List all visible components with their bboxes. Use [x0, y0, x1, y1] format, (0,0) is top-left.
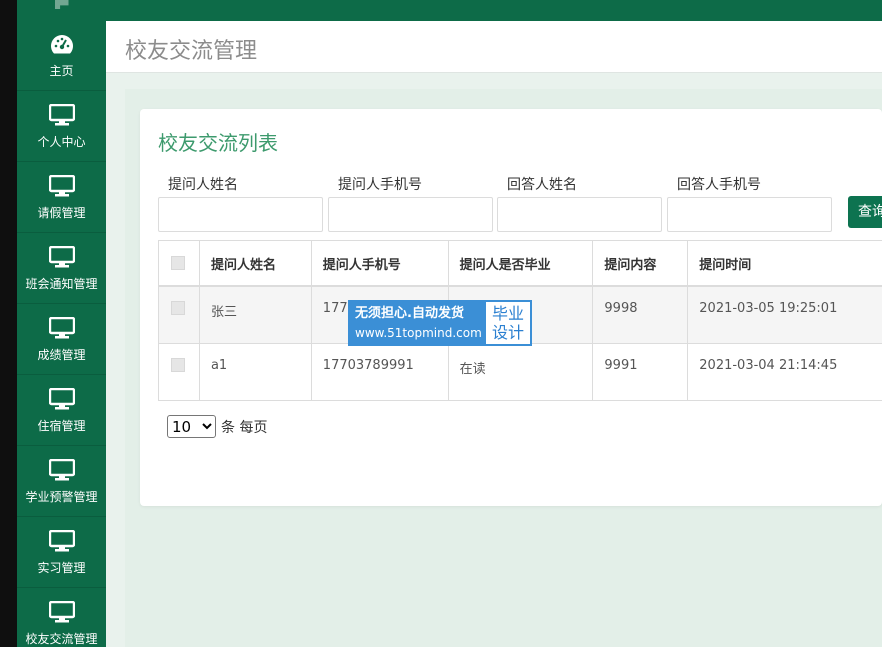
sidebar-item-dorm[interactable]: 住宿管理	[17, 375, 106, 446]
search-group-asker-phone: 提问人手机号	[328, 175, 493, 232]
sidebar-item-label: 成绩管理	[37, 347, 86, 362]
sidebar-item-label: 主页	[49, 63, 74, 78]
table-cell: a1	[200, 344, 312, 400]
watermark-right-line2: 设计	[491, 323, 524, 342]
watermark-right: 毕业 设计	[486, 302, 530, 344]
table-header: 提问人是否毕业	[449, 241, 594, 285]
page-size-select[interactable]: 10	[167, 415, 216, 438]
sidebar-item-leave[interactable]: 请假管理	[17, 162, 106, 233]
table-cell: 17703789991	[312, 344, 449, 400]
sidebar-item-alumni[interactable]: 校友交流管理	[17, 588, 106, 647]
watermark-overlay: 无须担心.自动发货 www.51topmind.com 毕业 设计	[348, 300, 532, 346]
search-label: 提问人姓名	[168, 177, 238, 193]
sidebar-item-label: 学业预警管理	[25, 489, 98, 504]
row-checkbox[interactable]	[171, 301, 185, 315]
sidebar-item-label: 个人中心	[37, 134, 86, 149]
sidebar-item-label: 请假管理	[37, 205, 86, 220]
pagination: 10 条 每页	[167, 415, 267, 438]
row-checkbox-cell	[159, 344, 200, 400]
monitor-icon	[48, 458, 75, 482]
page-title: 校友交流管理	[125, 39, 258, 64]
sidebar-item-label: 班会通知管理	[25, 276, 98, 291]
table-cell: 2021-03-04 21:14:45	[699, 358, 838, 373]
sidebar: 主页 个人中心 请假管理 班会通知管理 成绩管理 住宿管理 学业预警管理 实习管…	[17, 0, 106, 647]
sidebar-item-internship[interactable]: 实习管理	[17, 517, 106, 588]
table-header-row: 提问人姓名 提问人手机号 提问人是否毕业 提问内容 提问时间	[159, 241, 882, 287]
answerer-name-input[interactable]	[497, 197, 662, 232]
search-group-answerer-name: 回答人姓名	[497, 175, 662, 232]
page-size-suffix: 条 每页	[221, 419, 268, 436]
search-label: 回答人姓名	[507, 177, 577, 193]
table-cell: 2021-03-05 19:25:01	[699, 301, 838, 316]
table-header: 提问内容	[593, 241, 689, 285]
sidebar-item-grades[interactable]: 成绩管理	[17, 304, 106, 375]
sidebar-item-profile[interactable]: 个人中心	[17, 91, 106, 162]
sidebar-logo	[17, 0, 106, 20]
row-checkbox[interactable]	[171, 358, 185, 372]
watermark-right-line1: 毕业	[491, 304, 524, 323]
dashboard-icon	[49, 32, 75, 56]
watermark-line2: www.51topmind.com	[355, 326, 482, 340]
monitor-icon	[48, 174, 75, 198]
table-header: 提问人姓名	[200, 241, 312, 285]
monitor-icon	[48, 316, 75, 340]
sidebar-item-label: 实习管理	[37, 560, 86, 575]
watermark-left: 无须担心.自动发货 www.51topmind.com	[350, 302, 486, 344]
asker-name-input[interactable]	[158, 197, 323, 232]
sidebar-item-academic-warning[interactable]: 学业预警管理	[17, 446, 106, 517]
search-group-answerer-phone: 回答人手机号	[667, 175, 832, 232]
monitor-icon	[48, 387, 75, 411]
table-cell: 9998	[593, 287, 689, 343]
sidebar-item-label: 住宿管理	[37, 418, 86, 433]
search-label: 回答人手机号	[677, 177, 761, 193]
sidebar-item-class-notice[interactable]: 班会通知管理	[17, 233, 106, 304]
table-cell: 在读	[449, 344, 594, 400]
top-bar	[106, 0, 882, 21]
table-header: 提问人手机号	[312, 241, 449, 285]
card-title: 校友交流列表	[158, 131, 278, 155]
sidebar-item-home[interactable]: 主页	[17, 20, 106, 91]
page-header: 校友交流管理	[106, 21, 882, 73]
search-group-asker-name: 提问人姓名	[158, 175, 323, 232]
table-cell: 张三	[200, 287, 312, 343]
monitor-icon	[48, 103, 75, 127]
header-checkbox-cell	[159, 241, 200, 285]
table-cell: 9991	[593, 344, 689, 400]
answerer-phone-input[interactable]	[667, 197, 832, 232]
row-checkbox-cell	[159, 287, 200, 343]
select-all-checkbox[interactable]	[171, 256, 185, 270]
table-row[interactable]: a1 17703789991 在读 9991 2021-03-04 21:14:…	[159, 344, 882, 401]
asker-phone-input[interactable]	[328, 197, 493, 232]
monitor-icon	[48, 529, 75, 553]
sidebar-item-label: 校友交流管理	[25, 631, 98, 646]
search-button[interactable]: 查询	[848, 196, 882, 228]
monitor-icon	[48, 600, 75, 624]
left-edge-strip	[0, 0, 17, 647]
table-header: 提问时间	[699, 257, 752, 273]
search-label: 提问人手机号	[338, 177, 422, 193]
watermark-line1: 无须担心.自动发货	[355, 306, 464, 321]
monitor-icon	[48, 245, 75, 269]
